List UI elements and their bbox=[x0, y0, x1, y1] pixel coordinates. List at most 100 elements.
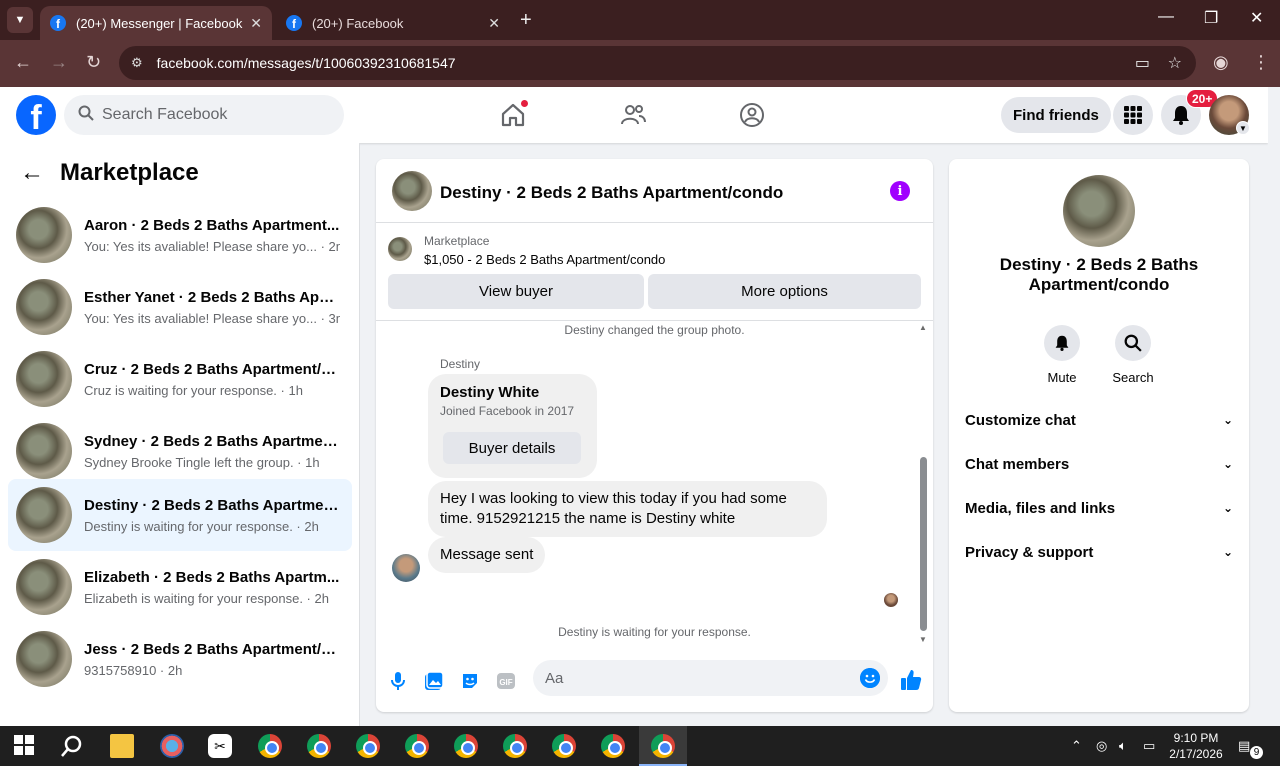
chrome-icon[interactable] bbox=[258, 734, 282, 758]
install-app-icon[interactable]: ▭ bbox=[1135, 53, 1150, 73]
friends-icon[interactable] bbox=[619, 101, 647, 129]
microphone-icon[interactable] bbox=[387, 670, 409, 692]
search-placeholder: Search Facebook bbox=[102, 106, 228, 123]
sender-name: Destiny bbox=[440, 357, 481, 371]
chrome-profile-icon[interactable] bbox=[356, 734, 380, 758]
scrollbar-thumb[interactable] bbox=[920, 457, 927, 631]
chat-panel: Destiny · 2 Beds 2 Baths Apartment/condo… bbox=[376, 159, 933, 712]
conversation-snippet: Sydney Brooke Tingle left the group. · 1… bbox=[84, 455, 320, 470]
profile-icon[interactable]: ◉ bbox=[1213, 52, 1229, 73]
notification-center-icon[interactable]: ▤ bbox=[1238, 738, 1250, 754]
search-action[interactable]: Search bbox=[1103, 325, 1163, 385]
buyer-details-button[interactable]: Buyer details bbox=[443, 432, 581, 464]
conversation-item[interactable]: Cruz · 2 Beds 2 Baths Apartment/c... Cru… bbox=[8, 343, 352, 415]
system-clock[interactable]: 9:10 PM 2/17/2026 bbox=[1164, 730, 1228, 762]
browser-toolbar: ← → ↻ ⚙ facebook.com/messages/t/10060392… bbox=[0, 40, 1280, 87]
chrome-profile-icon[interactable] bbox=[552, 734, 576, 758]
url-text: facebook.com/messages/t/1006039231068154… bbox=[156, 55, 456, 71]
meet-now-icon[interactable]: ◎ bbox=[1096, 738, 1107, 754]
chrome-profile-icon[interactable] bbox=[503, 734, 527, 758]
listing-thumbnail bbox=[16, 279, 72, 335]
chrome-profile-icon[interactable] bbox=[454, 734, 478, 758]
restore-icon[interactable]: ❐ bbox=[1204, 8, 1218, 28]
search-icon[interactable] bbox=[1115, 325, 1151, 361]
new-tab-icon[interactable]: + bbox=[520, 9, 532, 32]
conversation-name: Sydney · 2 Beds 2 Baths Apartmen... bbox=[84, 433, 340, 450]
gif-icon[interactable]: GIF bbox=[495, 670, 517, 692]
reload-icon[interactable]: ↻ bbox=[86, 52, 101, 73]
customize-chat-section[interactable]: Customize chat ⌄ bbox=[965, 406, 1233, 434]
conversation-snippet: Destiny is waiting for your response. · … bbox=[84, 519, 319, 534]
media-files-links-section[interactable]: Media, files and links ⌄ bbox=[965, 494, 1233, 522]
message-input[interactable]: Aa bbox=[533, 660, 888, 696]
conversation-item[interactable]: Elizabeth · 2 Beds 2 Baths Apartm... Eli… bbox=[8, 551, 352, 623]
section-label: Chat members bbox=[965, 455, 1070, 473]
facebook-search-input[interactable]: Search Facebook bbox=[64, 95, 344, 135]
more-options-button[interactable]: More options bbox=[648, 274, 921, 309]
mute-bell-icon[interactable] bbox=[1044, 325, 1080, 361]
chrome-profile-icon[interactable] bbox=[405, 734, 429, 758]
conversation-item[interactable]: Jess · 2 Beds 2 Baths Apartment/c... 931… bbox=[8, 623, 352, 695]
home-icon[interactable] bbox=[499, 99, 529, 129]
sender-avatar[interactable] bbox=[392, 554, 420, 582]
conversation-item[interactable]: Aaron · 2 Beds 2 Baths Apartment... You:… bbox=[8, 199, 352, 271]
listing-price-title[interactable]: $1,050 - 2 Beds 2 Baths Apartment/condo bbox=[424, 252, 665, 267]
menu-grid-icon[interactable] bbox=[1113, 95, 1153, 135]
seen-receipt-avatar bbox=[884, 593, 898, 607]
conversation-avatar[interactable] bbox=[1063, 175, 1135, 247]
volume-icon[interactable]: 🔈︎ bbox=[1119, 738, 1127, 754]
chat-title[interactable]: Destiny · 2 Beds 2 Baths Apartment/condo bbox=[440, 183, 783, 203]
emoji-icon[interactable] bbox=[860, 668, 880, 688]
network-icon[interactable]: ▭ bbox=[1143, 738, 1155, 754]
chevron-down-icon: ⌄ bbox=[1222, 545, 1233, 559]
capcut-icon[interactable]: ✂ bbox=[208, 734, 232, 758]
tab-search-dropdown[interactable]: ▼ bbox=[7, 7, 33, 33]
conversation-info-icon[interactable]: i bbox=[890, 181, 910, 201]
close-window-icon[interactable]: ✕ bbox=[1250, 8, 1263, 28]
facebook-logo-icon[interactable]: f bbox=[16, 95, 56, 135]
view-buyer-button[interactable]: View buyer bbox=[388, 274, 644, 309]
message-scrollbar[interactable]: ▲ ▼ bbox=[916, 321, 930, 654]
marketplace-label: Marketplace bbox=[424, 234, 490, 248]
close-tab-icon[interactable]: ✕ bbox=[488, 15, 500, 32]
address-bar[interactable]: ⚙ facebook.com/messages/t/10060392310681… bbox=[119, 46, 1196, 80]
browser-menu-icon[interactable]: ⋮ bbox=[1252, 52, 1270, 73]
site-settings-icon[interactable]: ⚙ bbox=[131, 55, 143, 71]
marketplace-conversations-sidebar: ← Marketplace Aaron · 2 Beds 2 Baths Apa… bbox=[0, 143, 360, 726]
privacy-support-section[interactable]: Privacy & support ⌄ bbox=[965, 538, 1233, 566]
conversation-item-selected[interactable]: Destiny · 2 Beds 2 Baths Apartmen... Des… bbox=[8, 479, 352, 551]
sticker-icon[interactable] bbox=[459, 670, 481, 692]
chrome-profile-icon[interactable] bbox=[601, 734, 625, 758]
chat-avatar[interactable] bbox=[392, 171, 432, 211]
chevron-down-icon: ⌄ bbox=[1222, 501, 1233, 515]
file-explorer-icon[interactable] bbox=[110, 734, 134, 758]
section-label: Customize chat bbox=[965, 411, 1076, 429]
back-arrow-icon[interactable]: ← bbox=[20, 159, 44, 187]
back-icon[interactable]: ← bbox=[14, 52, 32, 73]
bookmark-star-icon[interactable]: ☆ bbox=[1168, 53, 1182, 73]
chat-members-section[interactable]: Chat members ⌄ bbox=[965, 450, 1233, 478]
like-thumbs-up-icon[interactable] bbox=[899, 668, 923, 692]
chrome-profile-icon[interactable] bbox=[307, 734, 331, 758]
paint-app-icon[interactable] bbox=[160, 734, 184, 758]
search-icon[interactable] bbox=[60, 734, 84, 758]
browser-tab-messenger[interactable]: f (20+) Messenger | Facebook ✕ bbox=[40, 6, 272, 40]
buyer-name: Destiny White bbox=[440, 384, 540, 401]
browser-tab-facebook[interactable]: f (20+) Facebook ✕ bbox=[276, 6, 510, 40]
mute-action[interactable]: Mute bbox=[1032, 325, 1092, 385]
minimize-icon[interactable]: — bbox=[1158, 8, 1174, 26]
page-scrollbar[interactable] bbox=[1268, 87, 1280, 726]
sidebar-title: Marketplace bbox=[60, 159, 199, 186]
conversation-item[interactable]: Esther Yanet · 2 Beds 2 Baths Apar... Yo… bbox=[8, 271, 352, 343]
close-tab-icon[interactable]: ✕ bbox=[250, 15, 262, 32]
account-chevron-down-icon[interactable]: ▼ bbox=[1236, 121, 1250, 135]
forward-icon[interactable]: → bbox=[50, 52, 68, 73]
chrome-profile-icon-active[interactable] bbox=[651, 734, 675, 758]
show-hidden-icons-chevron-icon[interactable]: ⌃ bbox=[1071, 738, 1082, 754]
groups-icon[interactable] bbox=[738, 101, 766, 129]
conversation-item[interactable]: Sydney · 2 Beds 2 Baths Apartmen... Sydn… bbox=[8, 415, 352, 487]
listing-thumbnail bbox=[16, 559, 72, 615]
find-friends-button[interactable]: Find friends bbox=[1001, 97, 1111, 133]
photo-icon[interactable] bbox=[423, 670, 445, 692]
windows-start-icon[interactable] bbox=[13, 734, 37, 758]
